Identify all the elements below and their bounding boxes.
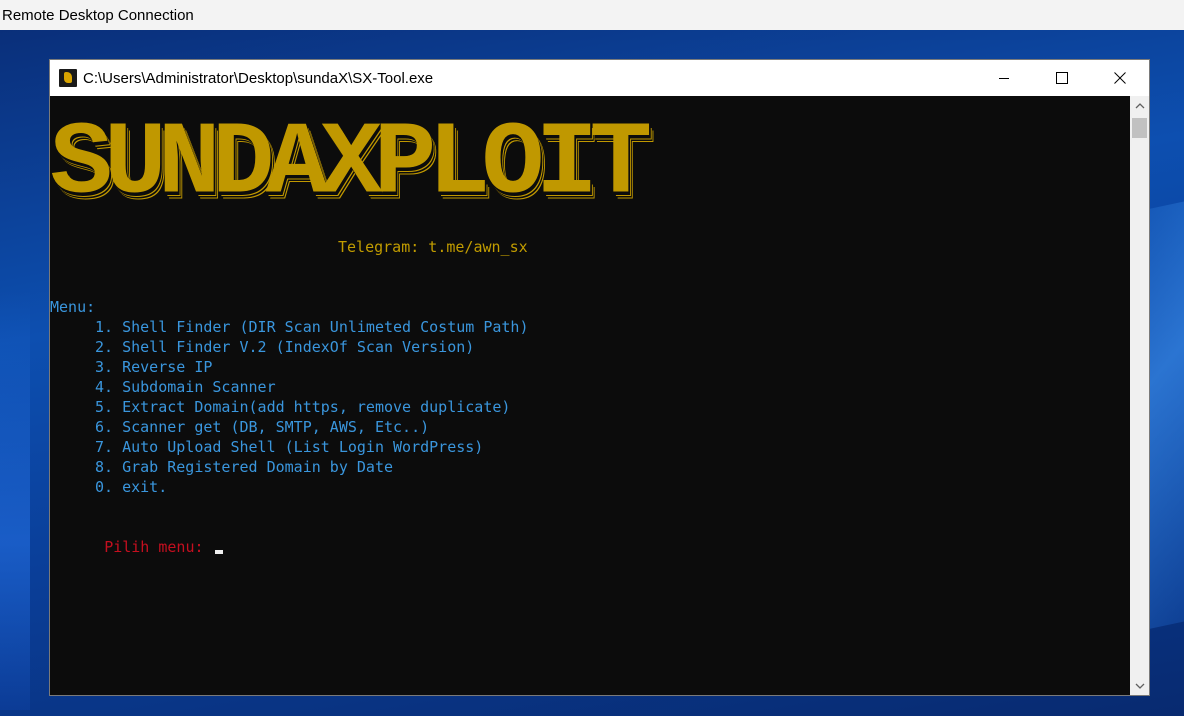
menu-item: 8. Grab Registered Domain by Date [95,458,394,476]
menu-item: 6. Scanner get (DB, SMTP, AWS, Etc..) [95,418,430,436]
scroll-down-button[interactable] [1130,676,1149,695]
menu-item: 0. exit. [95,478,168,496]
maximize-button[interactable] [1033,60,1091,96]
sx-tool-app-icon[interactable] [59,69,77,87]
console-output[interactable]: SUNDAXPLOIT Telegram: t.me/awn_sx Menu: … [50,96,1130,695]
wallpaper-light-beam-left [0,290,30,710]
menu-item: 1. Shell Finder (DIR Scan Unlimeted Cost… [95,318,529,336]
minimize-icon [999,78,1009,79]
close-icon [1114,72,1126,84]
banner-text: SUNDAXPLOIT [50,106,652,224]
vertical-scrollbar[interactable] [1130,96,1149,695]
window-title: C:\Users\Administrator\Desktop\sundaX\SX… [83,69,434,87]
menu-item: 2. Shell Finder V.2 (IndexOf Scan Versio… [95,338,475,356]
menu-item: 7. Auto Upload Shell (List Login WordPre… [95,438,484,456]
window-controls [975,60,1149,96]
console-window[interactable]: C:\Users\Administrator\Desktop\sundaX\SX… [49,59,1150,696]
chevron-up-icon [1135,102,1144,108]
menu-header: Menu: [50,298,96,316]
prompt-text: Pilih menu: [104,538,213,556]
text-cursor [214,550,223,554]
scroll-up-button[interactable] [1130,96,1149,115]
menu-item: 4. Subdomain Scanner [95,378,276,396]
rdp-titlebar: Remote Desktop Connection [0,0,1184,30]
menu-item: 3. Reverse IP [95,358,213,376]
telegram-line: Telegram: t.me/awn_sx [338,238,528,256]
rdp-title: Remote Desktop Connection [2,6,194,24]
chevron-down-icon [1135,683,1144,689]
prompt-line[interactable]: Pilih menu: [50,517,223,577]
close-button[interactable] [1091,60,1149,96]
ascii-banner: SUNDAXPLOIT [50,106,732,231]
window-titlebar[interactable]: C:\Users\Administrator\Desktop\sundaX\SX… [50,60,1149,96]
minimize-button[interactable] [975,60,1033,96]
scroll-thumb[interactable] [1132,118,1147,138]
maximize-icon [1056,72,1068,84]
menu-item: 5. Extract Domain(add https, remove dupl… [95,398,511,416]
